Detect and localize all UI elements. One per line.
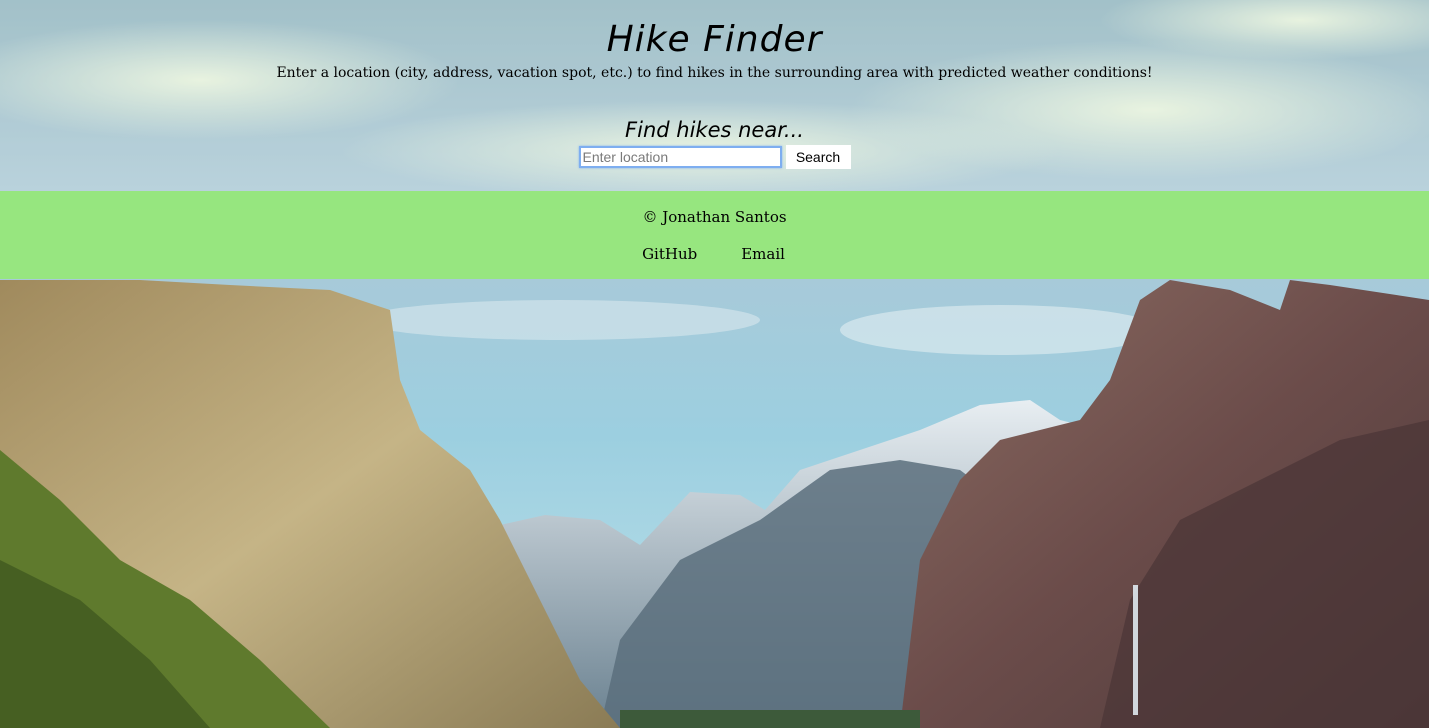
footer-links: GitHub Email: [0, 245, 1429, 263]
header: Hike Finder Enter a location (city, addr…: [0, 0, 1429, 191]
search-heading: Find hikes near...: [625, 118, 804, 142]
site-subtitle: Enter a location (city, address, vacatio…: [276, 65, 1153, 81]
location-search-input[interactable]: [578, 146, 782, 168]
footer: © Jonathan Santos GitHub Email: [0, 191, 1429, 279]
github-link[interactable]: GitHub: [642, 245, 697, 263]
search-form: Search: [0, 145, 1429, 169]
email-link[interactable]: Email: [741, 245, 785, 263]
site-title: Hike Finder: [606, 19, 823, 60]
search-button[interactable]: Search: [785, 145, 851, 169]
copyright-text: © Jonathan Santos: [642, 208, 787, 226]
